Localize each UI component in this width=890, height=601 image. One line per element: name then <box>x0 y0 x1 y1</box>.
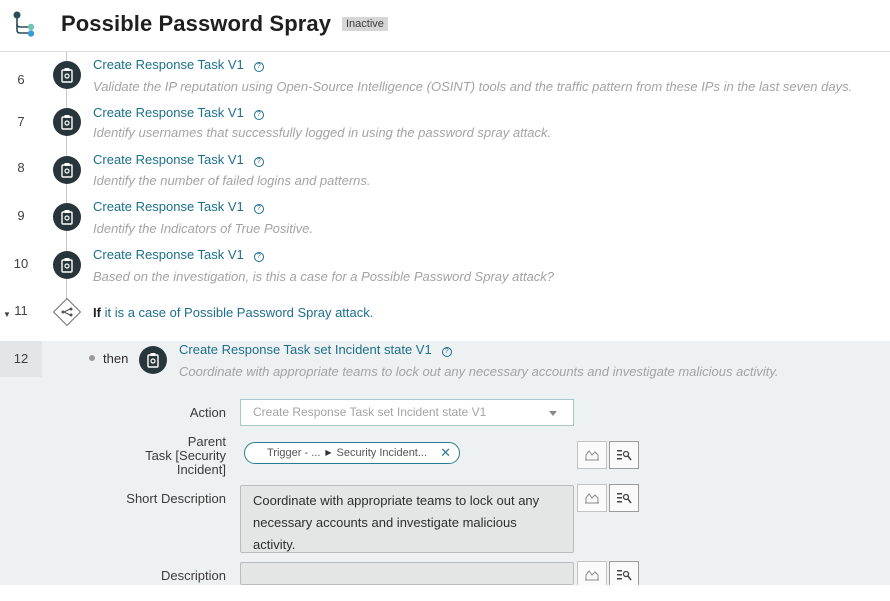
step-description: Identify the number of failed logins and… <box>93 173 371 188</box>
parent-label: Parent Task [Security Incident] <box>145 434 226 477</box>
chevron-down-icon <box>549 411 557 416</box>
script-toggle-button[interactable] <box>577 441 607 469</box>
task-icon <box>53 156 81 184</box>
step-number: 11 <box>14 303 28 318</box>
help-icon[interactable]: ? <box>253 110 264 120</box>
step-title[interactable]: Create Response Task V1? <box>93 57 264 72</box>
help-icon[interactable]: ? <box>253 157 264 167</box>
data-pill-picker-button[interactable] <box>609 441 639 469</box>
step-number: 10 <box>13 256 29 271</box>
flow-step[interactable]: 7 Create Response Task V1? Identify user… <box>0 100 890 148</box>
step-number: 12 <box>0 341 42 377</box>
task-icon <box>53 108 81 136</box>
task-icon <box>53 203 81 231</box>
step-description: Identify the Indicators of True Positive… <box>93 221 314 236</box>
step-title[interactable]: Create Response Task V1? <box>93 247 264 262</box>
action-select[interactable]: Create Response Task set Incident state … <box>240 399 574 426</box>
step-title[interactable]: Create Response Task V1? <box>93 199 264 214</box>
step-title[interactable]: Create Response Task set Incident state … <box>179 342 452 357</box>
page-title: Possible Password Spray <box>61 11 332 36</box>
status-badge: Inactive <box>342 17 388 31</box>
help-icon[interactable]: ? <box>253 252 264 262</box>
step-number: 7 <box>17 114 25 129</box>
then-label: then <box>103 351 129 366</box>
step-description: Identify usernames that successfully log… <box>93 125 552 140</box>
flow-step[interactable]: 6 Create Response Task V1? Validate the … <box>0 52 890 100</box>
task-icon <box>139 346 167 374</box>
viewport-bottom-edge <box>0 585 890 601</box>
condition-text[interactable]: If it is a case of Possible Password Spr… <box>93 305 373 320</box>
help-icon[interactable]: ? <box>441 347 452 357</box>
step-title[interactable]: Create Response Task V1? <box>93 105 264 120</box>
flow-step[interactable]: 10 Create Response Task V1? Based on the… <box>0 244 890 292</box>
data-pill-picker-button[interactable] <box>609 484 639 512</box>
step-description: Coordinate with appropriate teams to loc… <box>179 364 779 379</box>
step-title[interactable]: Create Response Task V1? <box>93 152 264 167</box>
short-description-label: Short Description <box>126 491 226 506</box>
action-label: Action <box>189 405 226 420</box>
step-description: Validate the IP reputation using Open-So… <box>93 79 853 94</box>
parent-data-pill[interactable]: Trigger - ... ▶ Security Incident... ✕ <box>244 442 460 464</box>
flow-step[interactable]: 8 Create Response Task V1? Identify the … <box>0 148 890 196</box>
header-bar: Possible Password Spray Inactive <box>0 0 890 52</box>
flow-designer-logo-icon <box>13 11 35 37</box>
step-number: 9 <box>17 208 25 223</box>
task-icon <box>53 251 81 279</box>
if-keyword: If <box>93 305 101 320</box>
condition-expression[interactable]: it is a case of Possible Password Spray … <box>105 305 374 320</box>
short-description-field[interactable]: Coordinate with appropriate teams to loc… <box>240 485 574 553</box>
close-icon[interactable]: ✕ <box>440 443 451 463</box>
step-description: Based on the investigation, is this a ca… <box>93 269 555 284</box>
description-field[interactable] <box>240 562 574 585</box>
task-icon <box>53 61 81 89</box>
script-toggle-button[interactable] <box>577 484 607 512</box>
flow-step[interactable]: 9 Create Response Task V1? Identify the … <box>0 196 890 244</box>
branch-bullet-icon <box>89 355 95 361</box>
condition-icon <box>52 297 82 327</box>
step-number: 8 <box>17 160 25 175</box>
step-number: 6 <box>17 72 25 87</box>
help-icon[interactable]: ? <box>253 204 264 214</box>
help-icon[interactable]: ? <box>253 62 264 72</box>
description-label: Description <box>160 568 226 583</box>
chevron-right-icon: ▶ <box>325 448 332 457</box>
